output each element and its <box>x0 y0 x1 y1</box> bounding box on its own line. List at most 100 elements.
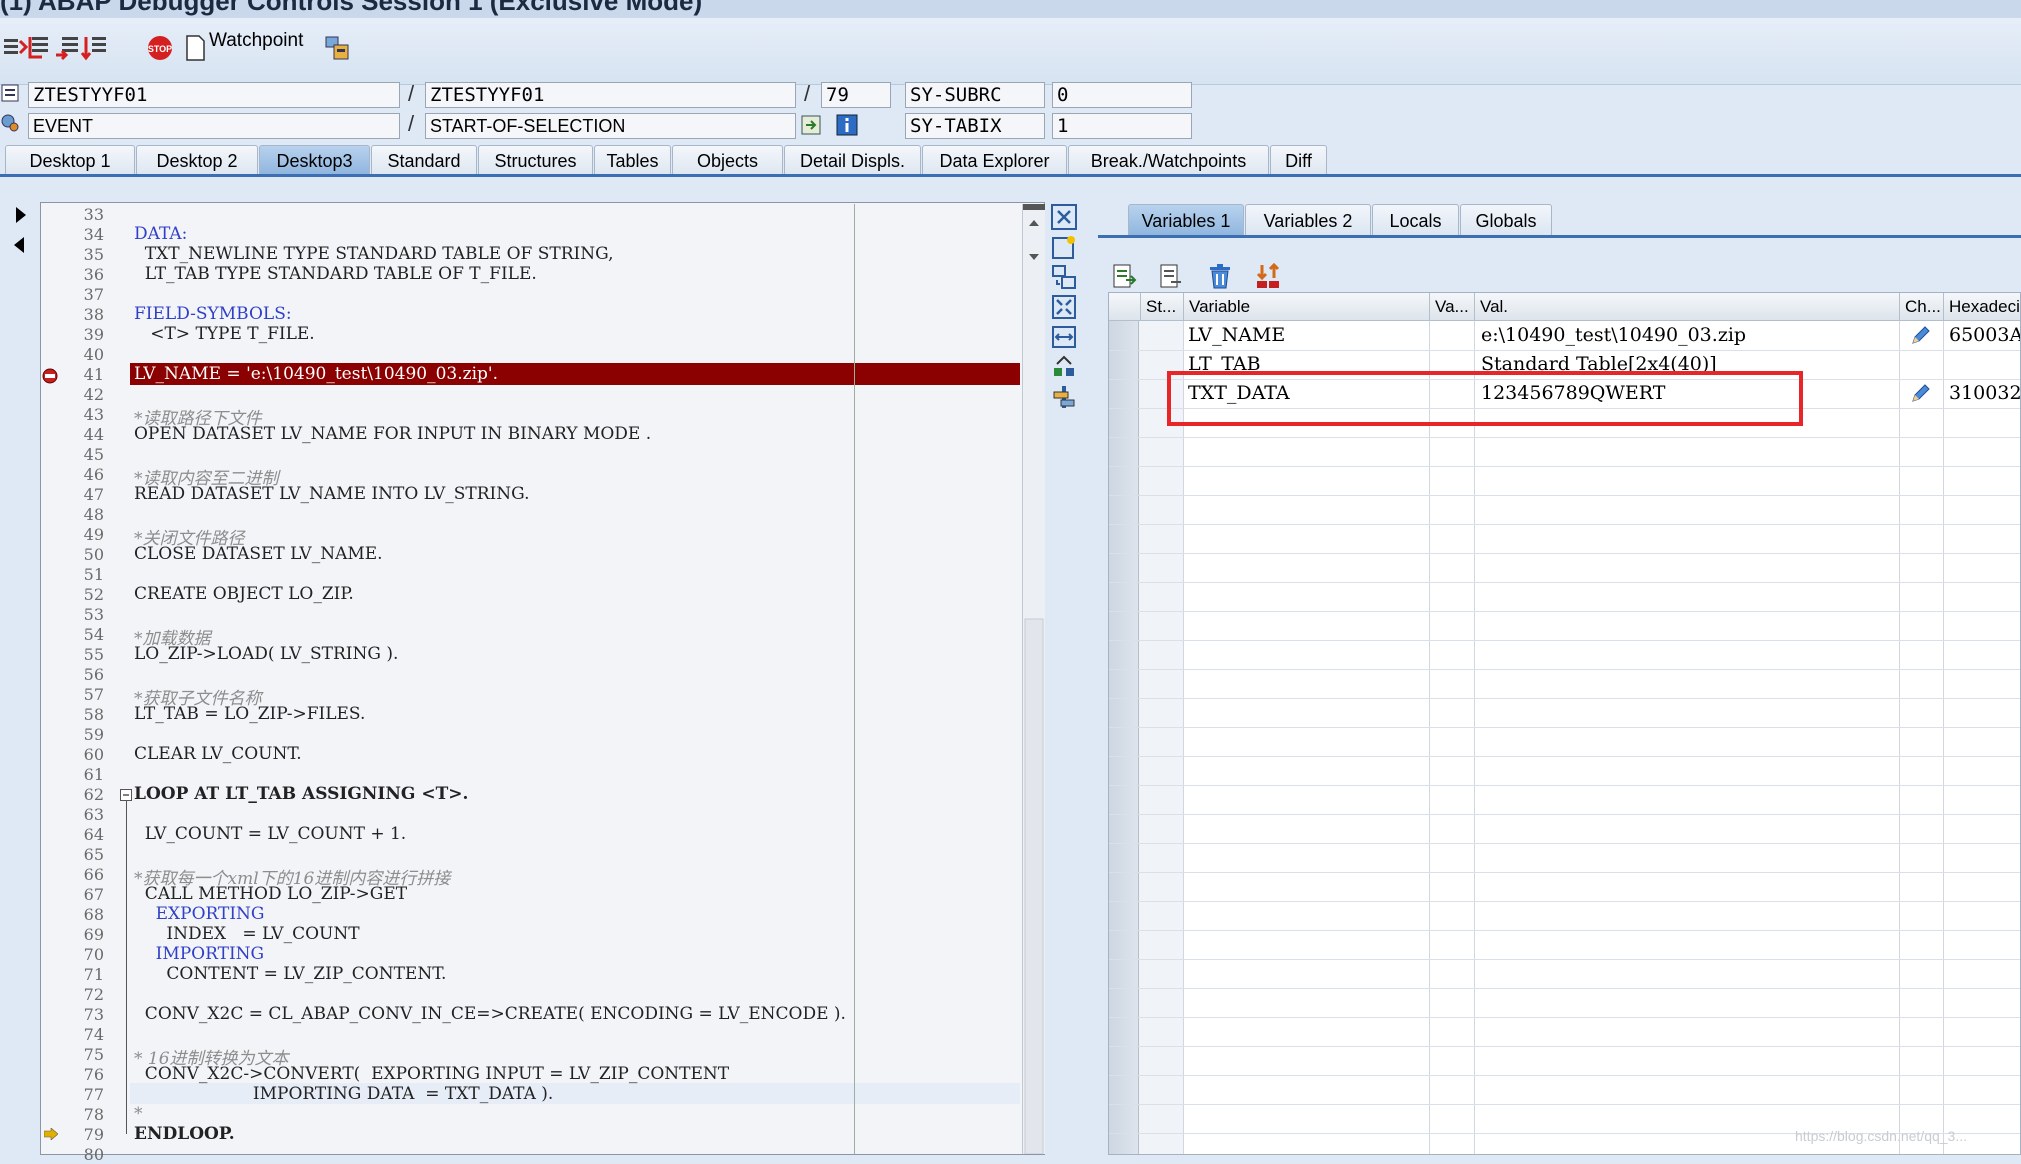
row-divider <box>1109 930 2020 931</box>
row-divider <box>1109 756 2020 757</box>
line-number: 33 <box>83 205 104 224</box>
collapse-block-icon[interactable] <box>120 788 132 801</box>
tab-locals[interactable]: Locals <box>1372 204 1459 236</box>
debugger-toolbar: STOP Watchpoint <box>0 18 2021 85</box>
close-tool-icon[interactable] <box>1051 204 1077 230</box>
transfer-icon[interactable] <box>1254 262 1282 290</box>
code-line: READ DATASET LV_NAME INTO LV_STRING. <box>134 484 530 504</box>
column-header-hexadecimal[interactable]: Hexadecim <box>1944 293 2020 321</box>
line-number: 63 <box>83 805 104 824</box>
tab-desktop-1[interactable]: Desktop 1 <box>5 145 135 175</box>
event-type-field[interactable]: EVENT <box>28 113 400 139</box>
tab-variables-1[interactable]: Variables 1 <box>1128 204 1244 236</box>
tab-desktop3[interactable]: Desktop3 <box>259 145 370 175</box>
line-number: 57 <box>83 685 104 704</box>
tab-data-explorer[interactable]: Data Explorer <box>922 145 1067 175</box>
line-number: 72 <box>83 985 104 1004</box>
tab-tables[interactable]: Tables <box>594 145 671 175</box>
line-number: 75 <box>83 1045 104 1064</box>
info-icon[interactable] <box>835 113 859 137</box>
column-header-variable[interactable]: Variable <box>1184 293 1430 321</box>
line-number-field[interactable]: 79 <box>821 82 891 108</box>
new-tool-icon[interactable] <box>1051 234 1077 260</box>
line-number: 44 <box>83 425 104 444</box>
breakpoint-stop-icon[interactable] <box>42 368 58 384</box>
tab-diff[interactable]: Diff <box>1270 145 1327 175</box>
variable-name-cell[interactable]: LV_NAME <box>1184 321 1428 350</box>
code-vertical-scrollbar[interactable] <box>1022 204 1045 1154</box>
swap-tool-icon[interactable] <box>1051 324 1077 350</box>
column-header-status[interactable]: St... <box>1141 293 1184 321</box>
services-tool-icon[interactable] <box>1051 354 1077 380</box>
watchpoint-document-icon[interactable] <box>180 33 210 63</box>
line-number: 38 <box>83 305 104 324</box>
settings-tool-icon[interactable] <box>1051 384 1077 410</box>
code-line: LO_ZIP->LOAD( LV_STRING ). <box>134 644 399 664</box>
column-header-change[interactable]: Ch... <box>1900 293 1944 321</box>
row-selector-column[interactable] <box>1109 321 1139 1154</box>
line-number: 42 <box>83 385 104 404</box>
column-header-va[interactable]: Va... <box>1430 293 1475 321</box>
row-divider <box>1109 988 2020 989</box>
replace-tool-icon[interactable] <box>1051 264 1077 290</box>
tab-detail-displs[interactable]: Detail Displs. <box>784 145 921 175</box>
layout-icon[interactable] <box>322 33 352 63</box>
tab-underline <box>0 174 2021 177</box>
line-number: 36 <box>83 265 104 284</box>
row-divider <box>1109 785 2020 786</box>
sy-tabix-value[interactable]: 1 <box>1052 113 1192 139</box>
row-divider <box>1109 872 2020 873</box>
tab-desktop-2[interactable]: Desktop 2 <box>136 145 258 175</box>
line-number: 69 <box>83 925 104 944</box>
collapse-left-icon[interactable] <box>12 236 26 254</box>
sy-subrc-value[interactable]: 0 <box>1052 82 1192 108</box>
row-divider <box>1109 611 2020 612</box>
code-line: CONTENT = LV_ZIP_CONTENT. <box>134 964 447 984</box>
tab-structures[interactable]: Structures <box>478 145 593 175</box>
column-header-value[interactable]: Val. <box>1475 293 1900 321</box>
red-highlight-box <box>1167 371 1803 426</box>
return-icon[interactable] <box>52 33 82 63</box>
program-icon <box>0 83 20 103</box>
delete-icon[interactable] <box>1206 262 1234 290</box>
row-divider <box>1109 495 2020 496</box>
navigate-icon[interactable] <box>799 113 823 137</box>
event-name-field[interactable]: START-OF-SELECTION <box>425 113 796 139</box>
variable-value-cell[interactable]: e:\10490_test\10490_03.zip <box>1475 321 1901 350</box>
line-number: 41 <box>83 365 104 384</box>
line-number: 61 <box>83 765 104 784</box>
continue-icon[interactable] <box>80 33 110 63</box>
line-number: 54 <box>83 625 104 644</box>
edit-pencil-icon[interactable] <box>1909 383 1931 405</box>
line-number: 60 <box>83 745 104 764</box>
maximize-tool-icon[interactable] <box>1051 294 1077 320</box>
edit-pencil-icon[interactable] <box>1909 325 1931 347</box>
tab-standard[interactable]: Standard <box>371 145 477 175</box>
save-variables-icon[interactable] <box>1157 262 1185 290</box>
stop-icon[interactable]: STOP <box>145 33 175 63</box>
line-number: 58 <box>83 705 104 724</box>
row-divider <box>1109 1075 2020 1076</box>
row-selector-header[interactable] <box>1109 293 1141 321</box>
tab-objects[interactable]: Objects <box>672 145 783 175</box>
row-divider <box>1109 582 2020 583</box>
code-line: EXPORTING <box>134 904 265 924</box>
line-number: 59 <box>83 725 104 744</box>
include-field[interactable]: ZTESTYYF01 <box>425 82 796 108</box>
sy-tabix-label: SY-TABIX <box>905 113 1045 139</box>
tab-variables-2[interactable]: Variables 2 <box>1245 204 1371 236</box>
code-line: LOOP AT LT_TAB ASSIGNING <T>. <box>134 784 469 804</box>
watchpoint-button-label[interactable]: Watchpoint <box>209 30 303 52</box>
import-variables-icon[interactable] <box>1110 262 1138 290</box>
line-number: 78 <box>83 1105 104 1124</box>
tab-globals[interactable]: Globals <box>1460 204 1552 236</box>
code-line: TXT_NEWLINE TYPE STANDARD TABLE OF STRIN… <box>134 244 614 264</box>
tab-break-watchpoints[interactable]: Break./Watchpoints <box>1068 145 1269 175</box>
line-number: 35 <box>83 245 104 264</box>
program-field[interactable]: ZTESTYYF01 <box>28 82 400 108</box>
row-divider <box>1109 727 2020 728</box>
line-number: 68 <box>83 905 104 924</box>
expand-right-icon[interactable] <box>14 206 28 224</box>
line-number: 52 <box>83 585 104 604</box>
line-number: 74 <box>83 1025 104 1044</box>
